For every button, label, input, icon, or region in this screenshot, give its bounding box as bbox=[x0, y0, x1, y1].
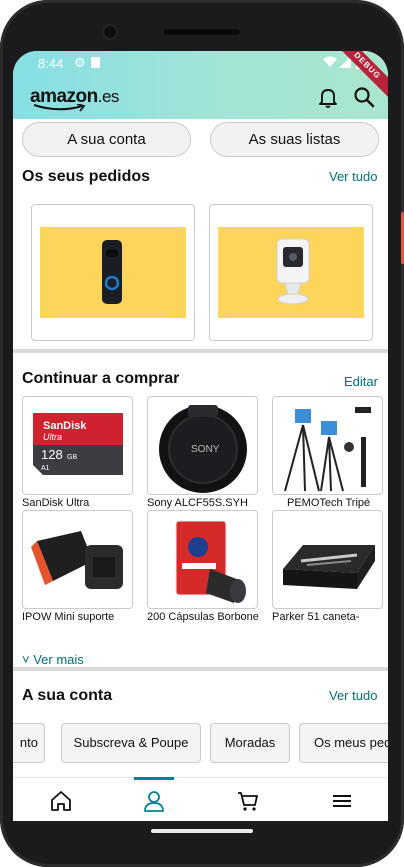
chevron-down-icon: ˅ bbox=[22, 652, 34, 667]
section-divider bbox=[13, 667, 388, 671]
account-icon bbox=[144, 791, 164, 812]
your-account-button[interactable]: A sua conta bbox=[22, 122, 191, 157]
cart-tab[interactable] bbox=[218, 778, 278, 821]
sd-card-icon: SanDisk Ultra 128 GB A1 bbox=[33, 413, 123, 475]
tripod-icon bbox=[284, 407, 371, 492]
svg-text:SanDisk: SanDisk bbox=[43, 420, 87, 432]
home-tab[interactable] bbox=[31, 778, 91, 821]
lens-cap-icon: SONY bbox=[159, 405, 247, 493]
menu-tab[interactable] bbox=[312, 778, 372, 821]
product-label[interactable]: SanDisk Ultra bbox=[22, 497, 138, 509]
account-see-all-link[interactable]: Ver tudo bbox=[329, 688, 377, 703]
product-card[interactable] bbox=[147, 510, 258, 609]
phone-mount-icon bbox=[31, 531, 123, 589]
account-chip[interactable]: Moradas bbox=[210, 723, 290, 763]
product-label[interactable]: PEMOTech Tripé bbox=[287, 497, 388, 509]
order-card-doorbell[interactable] bbox=[31, 204, 195, 341]
logo-tld: .es bbox=[97, 87, 120, 106]
orders-see-all-link[interactable]: Ver tudo bbox=[329, 169, 377, 184]
svg-text:Ultra: Ultra bbox=[43, 432, 62, 442]
orders-title: Os seus pedidos bbox=[22, 168, 151, 185]
search-icon[interactable] bbox=[352, 85, 376, 109]
sim-card-icon bbox=[91, 57, 100, 68]
app-header: 8:44 ⚙ DEBUG amazon.es bbox=[13, 51, 388, 119]
account-section-title: A sua conta bbox=[22, 687, 113, 704]
account-chip[interactable]: Os meus pedi bbox=[299, 723, 388, 763]
product-card[interactable]: SanDisk Ultra 128 GB A1 bbox=[22, 396, 133, 495]
product-label[interactable]: Parker 51 caneta- bbox=[272, 611, 388, 623]
product-label[interactable]: IPOW Mini suporte bbox=[22, 611, 138, 623]
svg-text:128: 128 bbox=[41, 447, 63, 462]
pen-box-icon bbox=[283, 545, 375, 589]
account-chip[interactable]: Subscreva & Poupe bbox=[61, 723, 201, 763]
home-indicator[interactable] bbox=[151, 829, 253, 833]
status-bar: 8:44 ⚙ bbox=[13, 51, 388, 75]
phone-frame: 8:44 ⚙ DEBUG amazon.es A sua conta As su… bbox=[0, 0, 404, 867]
menu-icon bbox=[333, 795, 351, 807]
home-icon bbox=[51, 791, 71, 811]
product-card[interactable] bbox=[272, 396, 383, 495]
svg-text:SONY: SONY bbox=[191, 444, 220, 455]
bell-icon[interactable] bbox=[316, 85, 340, 109]
video-doorbell-icon bbox=[102, 240, 122, 304]
product-card[interactable] bbox=[272, 510, 383, 609]
active-tab-indicator bbox=[134, 777, 174, 780]
your-lists-button[interactable]: As suas listas bbox=[210, 122, 379, 157]
edit-link[interactable]: Editar bbox=[344, 374, 378, 389]
section-divider bbox=[13, 349, 388, 353]
continue-shopping-title: Continuar a comprar bbox=[22, 370, 180, 387]
product-label[interactable]: Sony ALCF55S.SYH bbox=[147, 497, 263, 509]
svg-text:GB: GB bbox=[67, 454, 77, 461]
coffee-capsule-icon bbox=[175, 520, 246, 603]
front-camera bbox=[104, 26, 116, 38]
see-more-label: Ver mais bbox=[33, 652, 84, 667]
account-tab[interactable] bbox=[124, 778, 184, 821]
product-card[interactable]: SONY bbox=[147, 396, 258, 495]
svg-text:A1: A1 bbox=[41, 465, 50, 472]
logo-smile-icon bbox=[33, 104, 86, 112]
amazon-logo[interactable]: amazon.es bbox=[30, 86, 119, 112]
indoor-camera-icon bbox=[276, 238, 310, 305]
product-card[interactable] bbox=[22, 510, 133, 609]
settings-gear-icon: ⚙ bbox=[74, 55, 86, 70]
order-image-bg bbox=[218, 227, 364, 318]
status-time: 8:44 bbox=[38, 56, 64, 71]
order-card-camera[interactable] bbox=[209, 204, 373, 341]
screen: 8:44 ⚙ DEBUG amazon.es A sua conta As su… bbox=[13, 51, 388, 821]
bottom-tab-bar bbox=[13, 777, 388, 821]
product-label[interactable]: 200 Cápsulas Borbone bbox=[147, 611, 263, 623]
see-more-link[interactable]: ˅ Ver mais bbox=[22, 652, 84, 667]
cart-icon bbox=[238, 792, 258, 811]
account-chip[interactable]: nto bbox=[13, 723, 45, 763]
wifi-icon bbox=[323, 56, 337, 71]
order-image-bg bbox=[40, 227, 186, 318]
speaker-grille bbox=[164, 29, 240, 35]
